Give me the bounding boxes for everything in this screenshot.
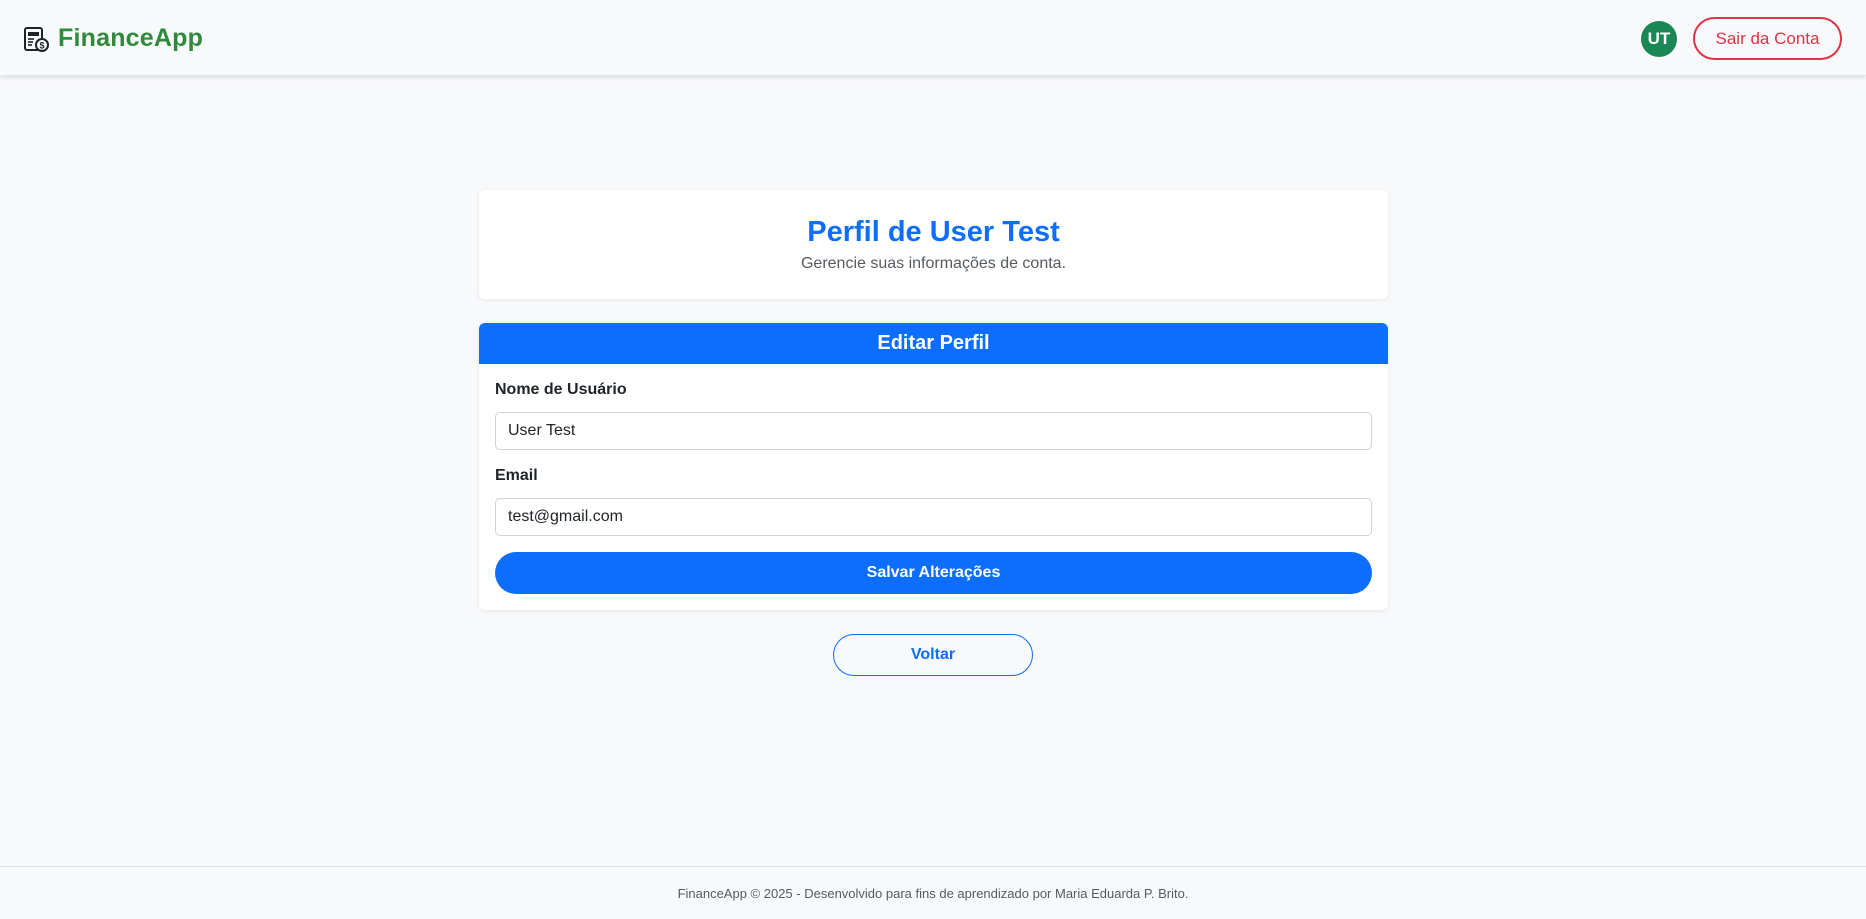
- edit-profile-card: Editar Perfil Nome de Usuário Email Salv…: [479, 323, 1388, 610]
- page-footer: FinanceApp © 2025 - Desenvolvido para fi…: [0, 866, 1866, 919]
- username-label: Nome de Usuário: [495, 381, 627, 398]
- page-title: Perfil de User Test: [807, 216, 1060, 248]
- profile-header-card: Perfil de User Test Gerencie suas inform…: [479, 190, 1388, 299]
- save-changes-button[interactable]: Salvar Alterações: [495, 552, 1372, 594]
- back-button[interactable]: Voltar: [833, 634, 1033, 676]
- username-input[interactable]: [495, 412, 1372, 450]
- user-avatar[interactable]: UT: [1641, 21, 1677, 57]
- finance-document-icon: $: [22, 25, 50, 53]
- brand-link[interactable]: $ FinanceApp: [22, 24, 203, 53]
- footer-text: FinanceApp © 2025 - Desenvolvido para fi…: [677, 885, 1189, 901]
- page-subtitle: Gerencie suas informações de conta.: [800, 255, 1067, 272]
- logout-button[interactable]: Sair da Conta: [1693, 17, 1842, 60]
- email-label: Email: [495, 467, 538, 484]
- email-input[interactable]: [495, 498, 1372, 536]
- top-navbar: $ FinanceApp UT Sair da Conta: [0, 0, 1866, 76]
- svg-text:$: $: [39, 40, 44, 50]
- edit-profile-header: Editar Perfil: [479, 323, 1388, 364]
- brand-name: FinanceApp: [58, 24, 204, 52]
